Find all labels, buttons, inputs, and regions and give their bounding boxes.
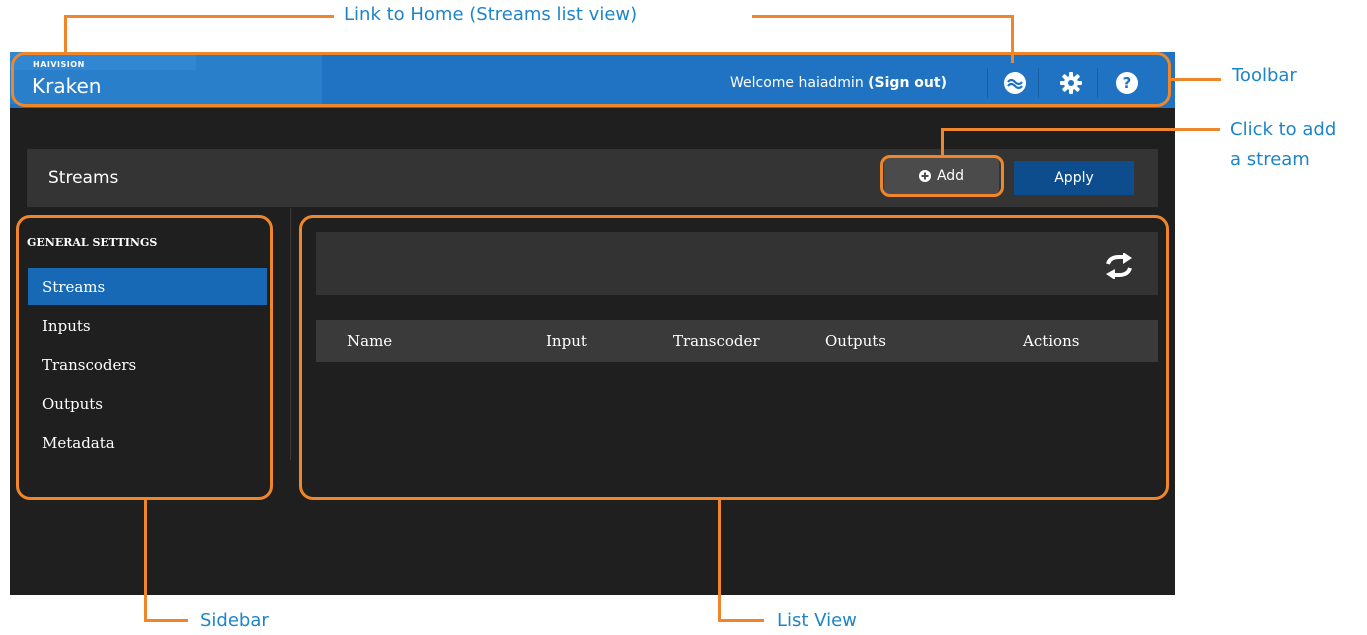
callout-line (1171, 78, 1221, 81)
apply-button[interactable]: Apply (1014, 161, 1134, 195)
callout-line (718, 619, 764, 622)
callout-line (718, 500, 721, 622)
callout-add-line2: a stream (1230, 149, 1310, 170)
callout-toolbar-box (11, 52, 1171, 107)
callout-toolbar: Toolbar (1232, 65, 1297, 86)
callout-list-view: List View (777, 610, 857, 631)
callout-add-box (880, 155, 1004, 197)
callout-line (752, 15, 1014, 18)
sidebar-divider (290, 208, 291, 460)
callout-list-box (299, 215, 1169, 500)
callout-sidebar: Sidebar (200, 610, 269, 631)
callout-home-link: Link to Home (Streams list view) (344, 4, 638, 25)
callout-line (64, 15, 334, 18)
callout-add-line1: Click to add (1230, 119, 1337, 140)
callout-line (144, 619, 188, 622)
callout-line (64, 15, 67, 53)
callout-line (941, 128, 944, 156)
apply-button-label: Apply (1054, 170, 1094, 186)
callout-line (941, 128, 1220, 131)
page-title: Streams (48, 168, 119, 188)
callout-line (144, 500, 147, 622)
callout-sidebar-box (16, 215, 273, 500)
